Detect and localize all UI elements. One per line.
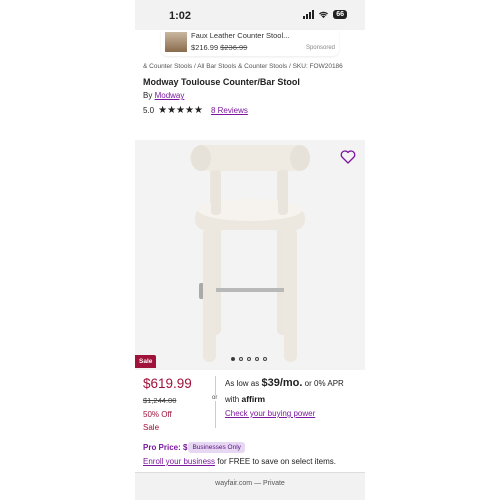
carousel-dots[interactable] bbox=[231, 357, 267, 361]
carousel-dot[interactable] bbox=[239, 357, 243, 361]
carousel-dot[interactable] bbox=[263, 357, 267, 361]
sponsored-label: Sponsored bbox=[305, 45, 335, 51]
rating-row[interactable]: 5.0 ★★★★★ 8 Reviews bbox=[143, 105, 248, 116]
enroll-row: Enroll your business for FREE to save on… bbox=[143, 457, 336, 466]
battery-icon: 66 bbox=[333, 10, 347, 19]
url-text[interactable]: wayfair.com — Private bbox=[135, 480, 365, 487]
carousel-dot[interactable] bbox=[231, 357, 235, 361]
status-bar: 1:02 66 bbox=[135, 0, 365, 30]
signal-icon bbox=[303, 10, 315, 19]
product-image[interactable] bbox=[135, 140, 365, 370]
left-background bbox=[0, 0, 135, 500]
product-title: Modway Toulouse Counter/Bar Stool bbox=[143, 77, 300, 87]
enroll-business-link[interactable]: Enroll your business bbox=[143, 457, 215, 466]
sponsored-ad[interactable]: Faux Leather Counter Stool... $216.99 $2… bbox=[161, 30, 339, 56]
pro-price-dollar: $ bbox=[183, 443, 188, 452]
ad-title[interactable]: Faux Leather Counter Stool... bbox=[191, 31, 289, 40]
pro-price-row: Pro Price: $ Businesses Only bbox=[143, 442, 245, 453]
phone-screen: 1:02 66 Faux Leather Counter Stool... $2… bbox=[135, 0, 365, 500]
ad-thumbnail[interactable] bbox=[165, 32, 187, 52]
url-bar[interactable]: wayfair.com — Private bbox=[135, 472, 365, 500]
or-label: or bbox=[211, 395, 219, 401]
divider bbox=[215, 376, 216, 428]
original-price: $1,244.00 bbox=[143, 396, 177, 405]
monthly-price: $39/mo. bbox=[261, 377, 303, 389]
product-image-gallery[interactable] bbox=[135, 140, 365, 370]
businesses-only-badge: Businesses Only bbox=[188, 442, 245, 453]
reviews-link[interactable]: 8 Reviews bbox=[211, 106, 248, 115]
carousel-dot[interactable] bbox=[247, 357, 251, 361]
star-rating-icon: ★★★★★ bbox=[158, 105, 203, 116]
heart-icon[interactable] bbox=[339, 148, 357, 166]
sale-label: Sale bbox=[143, 423, 160, 432]
wifi-icon bbox=[319, 11, 329, 19]
check-buying-power-link[interactable]: Check your buying power bbox=[225, 409, 315, 418]
breadcrumb[interactable]: & Counter Stools / All Bar Stools & Coun… bbox=[143, 63, 343, 70]
pro-price-label: Pro Price: bbox=[143, 443, 181, 452]
sale-price: $619.99 bbox=[143, 376, 192, 391]
rating-value: 5.0 bbox=[143, 106, 155, 115]
sale-tag: Sale bbox=[135, 355, 157, 368]
right-background bbox=[365, 0, 500, 500]
ad-original-price: $236.99 bbox=[220, 43, 248, 52]
status-time: 1:02 bbox=[169, 10, 192, 22]
brand-link[interactable]: Modway bbox=[155, 91, 185, 100]
percent-off: 50% Off bbox=[143, 410, 172, 419]
affirm-with: with affirm bbox=[225, 394, 266, 404]
affirm-logo: affirm bbox=[241, 394, 266, 404]
ad-price: $216.99 $236.99 bbox=[191, 43, 248, 52]
affirm-offer: As low as $39/mo. or 0% APR bbox=[225, 377, 344, 389]
brand-line: By Modway bbox=[143, 91, 185, 100]
carousel-dot[interactable] bbox=[255, 357, 259, 361]
